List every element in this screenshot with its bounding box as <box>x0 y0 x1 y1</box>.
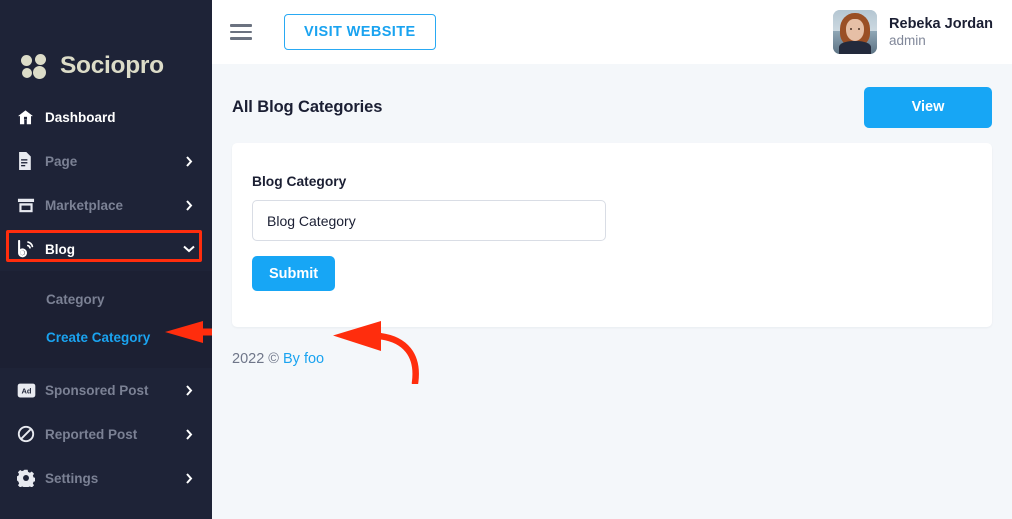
sidebar-item-sponsored-post[interactable]: Ad Sponsored Post <box>0 368 212 412</box>
footer-copyright: 2022 © <box>232 351 279 367</box>
app-root: Sociopro Dashboard Page Marketplace Blog… <box>0 0 1012 519</box>
sidebar-item-blog[interactable]: Blog <box>0 227 212 271</box>
svg-text:Ad: Ad <box>22 386 32 395</box>
chevron-right-icon <box>183 199 195 211</box>
chevron-right-icon <box>183 384 195 396</box>
content-area: All Blog Categories View Blog Category S… <box>212 64 1012 519</box>
store-icon <box>17 197 43 214</box>
visit-website-button[interactable]: VISIT WEBSITE <box>284 14 436 50</box>
view-button[interactable]: View <box>864 86 992 128</box>
submenu-item-label: Create Category <box>46 329 151 345</box>
chevron-right-icon <box>183 155 195 167</box>
sidebar-item-label: Blog <box>45 241 75 257</box>
home-icon <box>17 109 43 126</box>
sidebar-item-marketplace[interactable]: Marketplace <box>0 183 212 227</box>
gear-icon <box>17 469 43 487</box>
sidebar-item-label: Settings <box>45 470 99 486</box>
four-circles-logo-icon <box>21 53 51 80</box>
chevron-right-icon <box>183 472 195 484</box>
sidebar-item-label: Marketplace <box>45 197 124 213</box>
submit-button[interactable]: Submit <box>252 256 336 291</box>
prohibited-icon <box>17 425 43 443</box>
hamburger-icon[interactable] <box>230 24 252 40</box>
brand-name: Sociopro <box>60 52 164 80</box>
chevron-down-icon <box>183 245 195 253</box>
sidebar-item-label: Reported Post <box>45 426 138 442</box>
page-title: All Blog Categories <box>232 97 383 116</box>
blog-rss-icon <box>17 240 43 258</box>
user-profile[interactable]: Rebeka Jordan admin <box>833 10 996 54</box>
sidebar-item-label: Sponsored Post <box>45 382 149 398</box>
brand-logo[interactable]: Sociopro <box>0 0 212 95</box>
footer: 2022 © By foo <box>232 327 992 367</box>
sidebar-item-reported-post[interactable]: Reported Post <box>0 412 212 456</box>
blog-category-label: Blog Category <box>252 174 347 189</box>
footer-link[interactable]: By foo <box>283 351 324 367</box>
chevron-right-icon <box>183 428 195 440</box>
create-category-card: Blog Category Submit <box>232 143 992 327</box>
sidebar-item-settings[interactable]: Settings <box>0 456 212 500</box>
sidebar: Sociopro Dashboard Page Marketplace Blog… <box>0 0 212 519</box>
blog-submenu: Category Create Category <box>0 271 212 368</box>
submenu-item-create-category[interactable]: Create Category <box>0 318 212 356</box>
submenu-item-label: Category <box>46 291 105 307</box>
main-area: VISIT WEBSITE Rebeka Jordan admin All Bl… <box>212 0 1012 519</box>
page-header: All Blog Categories View <box>232 84 992 130</box>
topbar: VISIT WEBSITE Rebeka Jordan admin <box>212 0 1012 64</box>
user-meta: Rebeka Jordan admin <box>889 15 993 50</box>
avatar <box>833 10 878 54</box>
blog-category-input[interactable] <box>252 200 606 241</box>
user-role: admin <box>889 32 926 48</box>
user-name: Rebeka Jordan <box>889 15 993 32</box>
submenu-item-category[interactable]: Category <box>0 280 212 318</box>
ad-badge-icon: Ad <box>17 383 43 398</box>
sidebar-item-label: Page <box>45 153 78 169</box>
sidebar-item-label: Dashboard <box>45 109 116 125</box>
sidebar-item-page[interactable]: Page <box>0 139 212 183</box>
document-icon <box>17 152 43 170</box>
sidebar-item-dashboard[interactable]: Dashboard <box>0 95 212 139</box>
